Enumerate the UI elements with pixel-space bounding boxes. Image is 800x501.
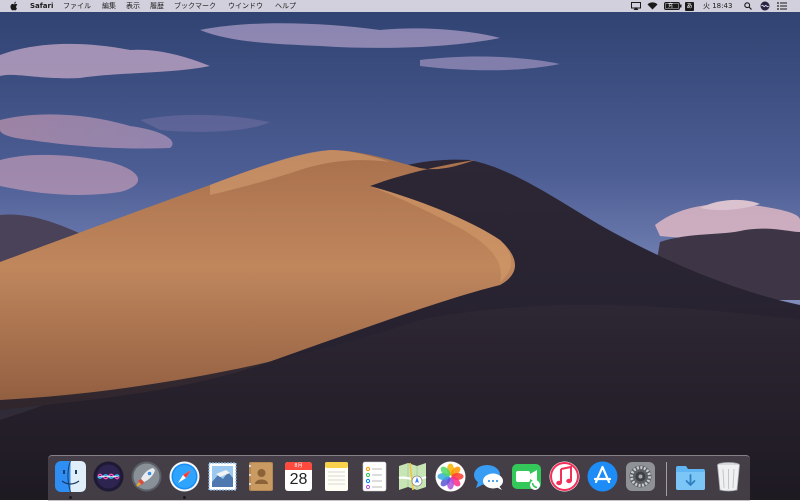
compass-icon <box>169 461 200 492</box>
facetime-camera-icon <box>512 464 541 490</box>
finder-icon <box>55 460 86 493</box>
app-store-icon <box>587 461 618 492</box>
dock: 8月 28 <box>48 455 750 501</box>
menu-history[interactable]: 履歴 <box>150 0 164 12</box>
running-indicator-finder <box>69 496 72 499</box>
maps-icon <box>398 462 427 491</box>
menu-file[interactable]: ファイル <box>63 0 91 12</box>
siri-icon <box>93 461 124 492</box>
notification-center-icon[interactable] <box>777 2 787 14</box>
menu-help[interactable]: ヘルプ <box>275 0 296 12</box>
siri-icon[interactable] <box>760 1 770 13</box>
dock-contacts[interactable] <box>244 460 277 493</box>
downloads-folder-icon <box>676 466 705 490</box>
dock-system-preferences[interactable] <box>624 460 657 493</box>
dock-app-store[interactable] <box>586 460 619 493</box>
search-icon[interactable] <box>744 2 752 14</box>
gear-icon <box>626 462 655 491</box>
dock-calendar[interactable]: 8月 28 <box>282 460 315 493</box>
dock-messages[interactable] <box>472 460 505 493</box>
dock-mail[interactable] <box>206 460 239 493</box>
menu-app-name[interactable]: Safari <box>30 0 53 12</box>
running-indicator-safari <box>183 496 186 499</box>
dock-maps[interactable] <box>396 460 429 493</box>
battery-label: 充 <box>668 3 674 9</box>
dock-itunes[interactable] <box>548 460 581 493</box>
menu-view[interactable]: 表示 <box>126 0 140 12</box>
calendar-month: 8月 <box>294 463 303 469</box>
mail-stamp-icon <box>208 462 237 491</box>
wifi-icon[interactable] <box>647 2 658 14</box>
rocket-icon <box>131 461 162 492</box>
contacts-book-icon <box>249 462 273 491</box>
dock-trash[interactable] <box>712 460 745 493</box>
dock-siri[interactable] <box>92 460 125 493</box>
dock-finder[interactable] <box>54 460 87 493</box>
dock-reminders[interactable] <box>358 460 391 493</box>
apple-logo-icon[interactable] <box>10 1 19 11</box>
dock-photos[interactable] <box>434 460 467 493</box>
clock[interactable]: 火 18:43 <box>703 0 732 12</box>
input-method-icon[interactable]: あ <box>685 2 694 11</box>
music-note-icon <box>549 461 580 492</box>
trash-icon <box>717 462 740 492</box>
dock-separator <box>666 462 667 496</box>
reminders-list-icon <box>362 461 387 492</box>
dock-notes[interactable] <box>320 460 353 493</box>
desktop-wallpaper <box>0 0 800 500</box>
dock-launchpad[interactable] <box>130 460 163 493</box>
airplay-icon[interactable] <box>631 2 641 14</box>
notes-icon <box>325 462 348 491</box>
menu-edit[interactable]: 編集 <box>102 0 116 12</box>
menu-window[interactable]: ウインドウ <box>228 0 263 12</box>
photos-flower-icon <box>435 461 466 492</box>
menu-bar: Safari ファイル 編集 表示 履歴 ブックマーク ウインドウ ヘルプ 充 … <box>0 0 800 12</box>
messages-bubble-icon <box>474 465 503 490</box>
dock-facetime[interactable] <box>510 460 543 493</box>
calendar-day: 28 <box>289 471 308 488</box>
dock-safari[interactable] <box>168 460 201 493</box>
menu-bookmarks[interactable]: ブックマーク <box>174 0 216 12</box>
dock-downloads[interactable] <box>674 460 707 493</box>
